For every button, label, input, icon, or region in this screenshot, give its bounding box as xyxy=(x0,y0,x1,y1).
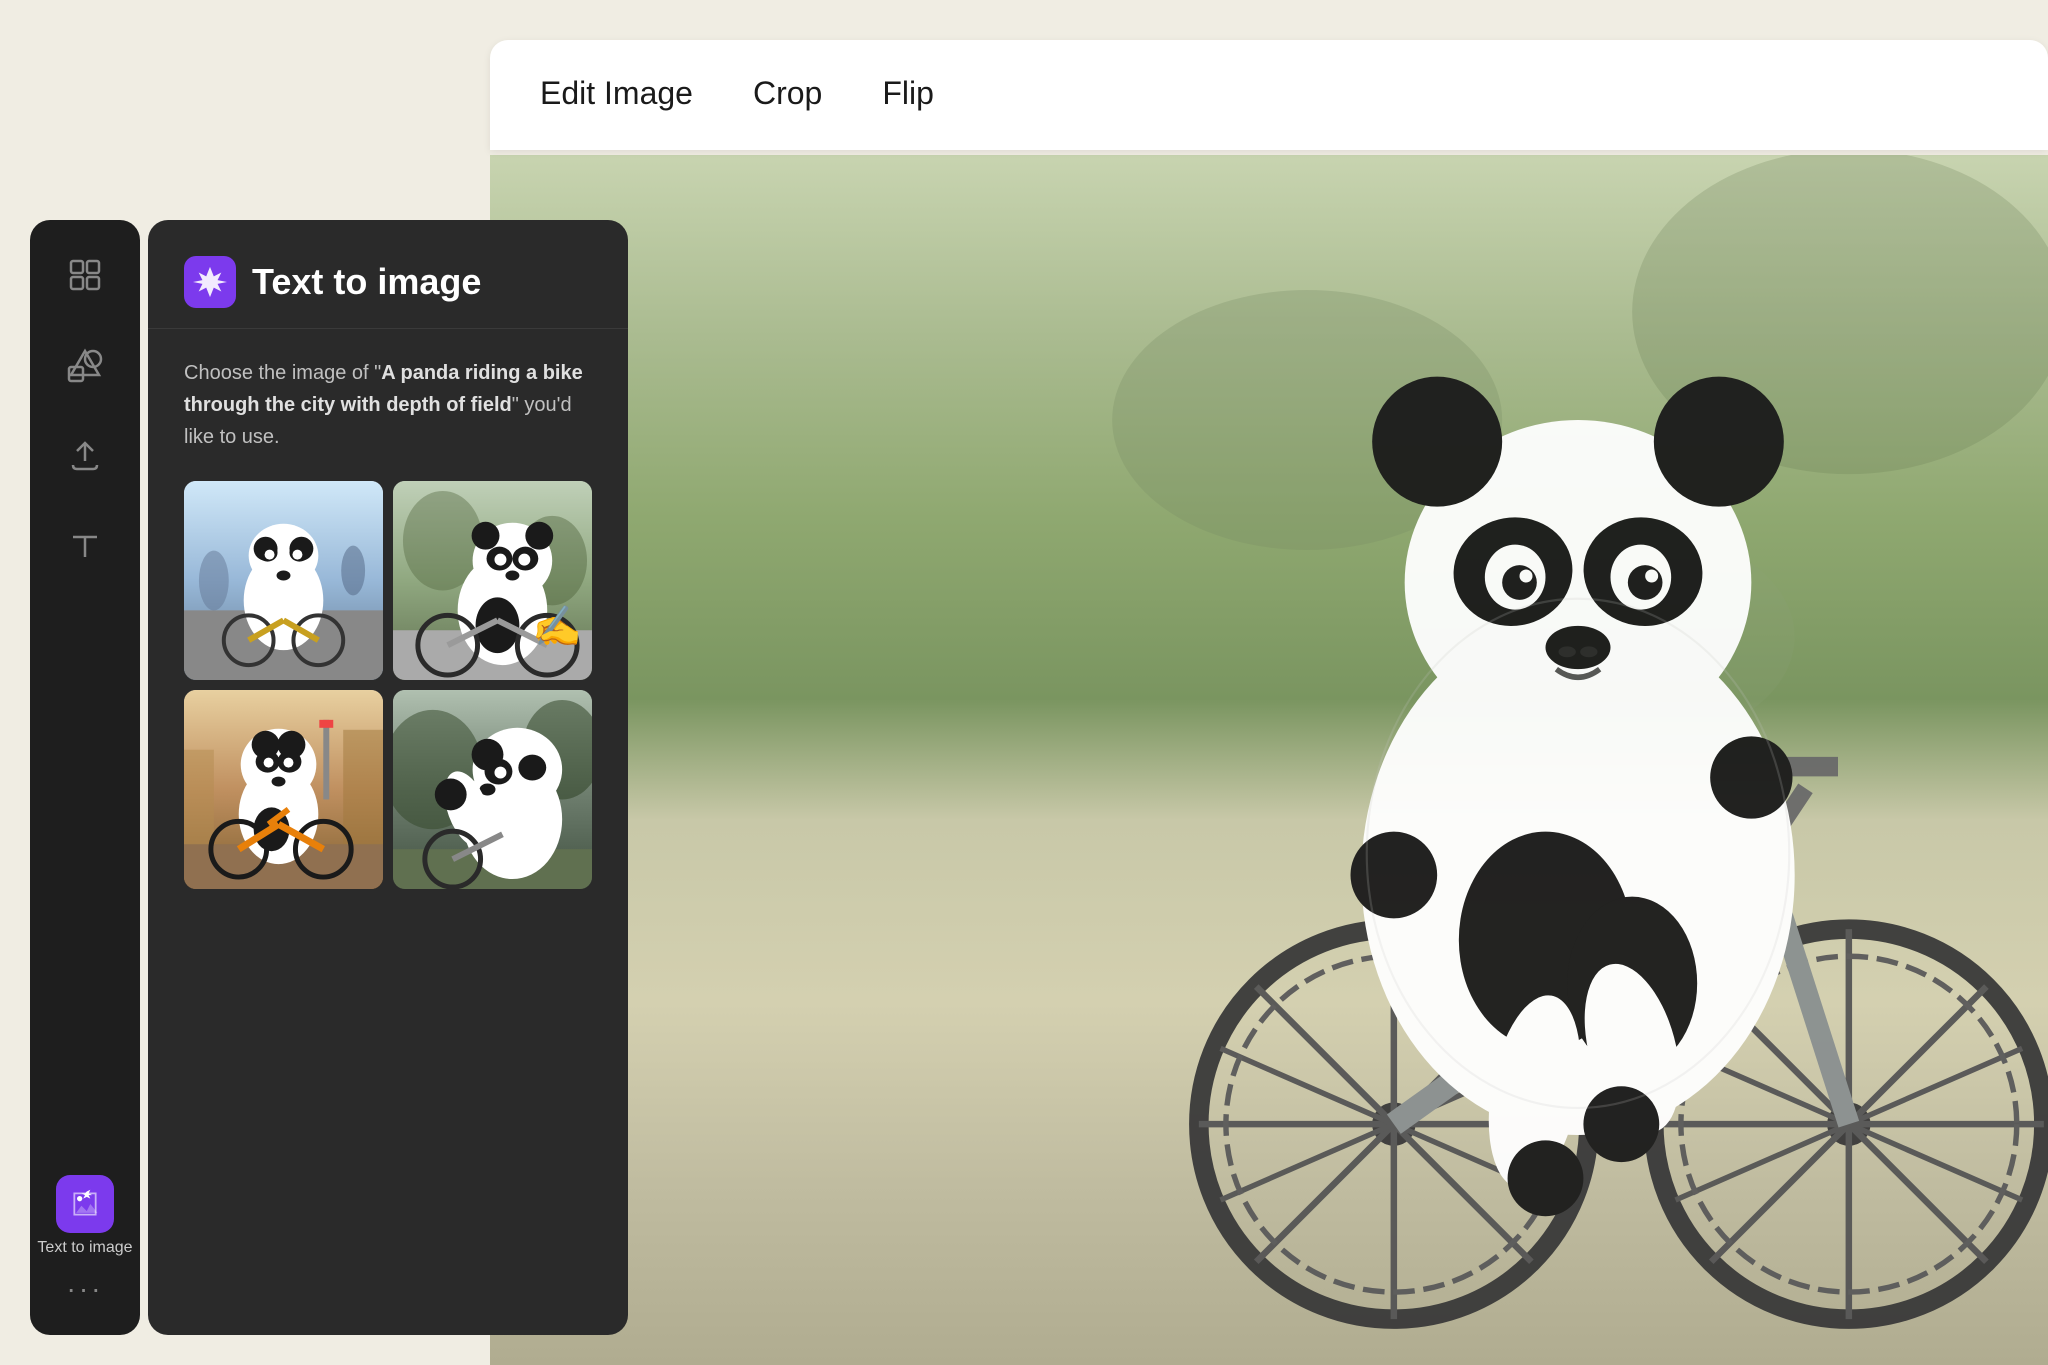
text-to-image-label: Text to image xyxy=(37,1239,132,1257)
grid-item-2[interactable]: ✍ xyxy=(393,481,592,680)
panel-title: Text to image xyxy=(252,261,481,303)
tab-flip[interactable]: Flip xyxy=(882,67,934,123)
panel-body: Choose the image of "A panda riding a bi… xyxy=(148,329,628,1335)
sidebar-item-layout[interactable] xyxy=(60,250,110,300)
tab-edit-image[interactable]: Edit Image xyxy=(540,67,693,123)
sidebar-item-shapes[interactable] xyxy=(60,340,110,390)
sidebar-item-text[interactable] xyxy=(60,520,110,570)
sidebar-bottom: Text to image ··· xyxy=(37,1175,132,1305)
grid-item-1[interactable] xyxy=(184,481,383,680)
main-image-panel xyxy=(490,155,2048,1365)
sidebar-more[interactable]: ··· xyxy=(67,1273,104,1305)
panel-icon xyxy=(184,256,236,308)
sidebar-item-upload[interactable] xyxy=(60,430,110,480)
panel-header: Text to image xyxy=(148,220,628,329)
panel: Text to image Choose the image of "A pan… xyxy=(148,220,628,1335)
sidebar-text-to-image[interactable]: Text to image xyxy=(37,1175,132,1257)
grid-item-3[interactable] xyxy=(184,690,383,889)
image-grid: ✍ xyxy=(184,481,592,889)
text-to-image-icon-box xyxy=(56,1175,114,1233)
sidebar: Text to image ··· xyxy=(30,220,140,1335)
edit-toolbar: Edit Image Crop Flip xyxy=(490,40,2048,150)
panel-description: Choose the image of "A panda riding a bi… xyxy=(184,357,592,453)
main-panda-illustration xyxy=(1078,155,2048,1365)
grid-item-4[interactable] xyxy=(393,690,592,889)
tab-crop[interactable]: Crop xyxy=(753,67,822,123)
